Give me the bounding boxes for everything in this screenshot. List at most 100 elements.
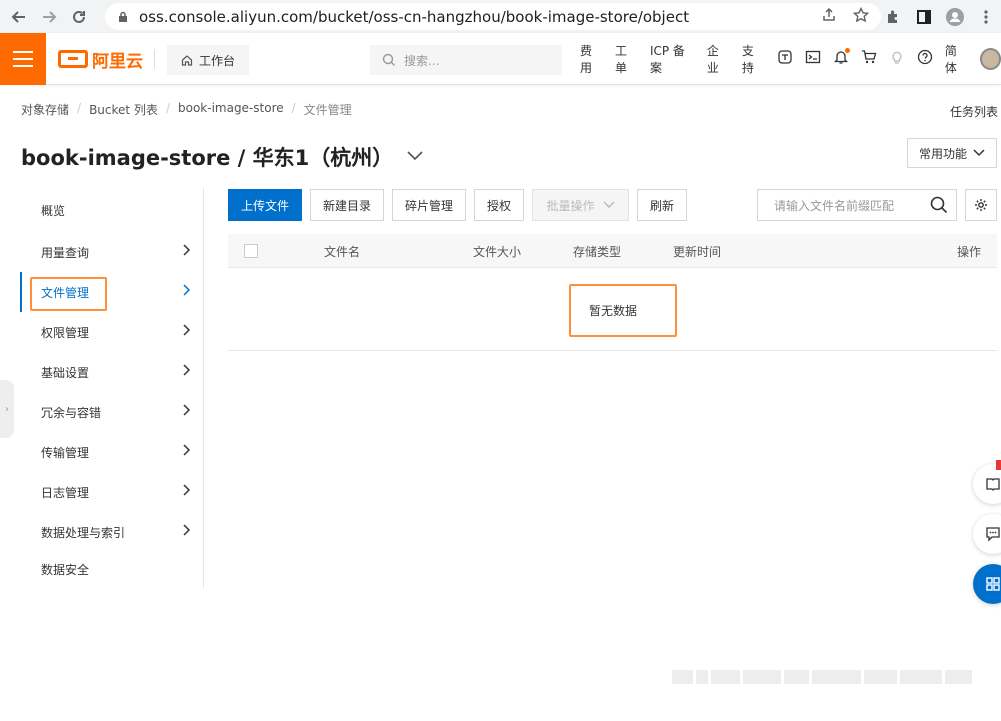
sidebar-item-label: 权限管理 (41, 325, 90, 340)
nav-billing[interactable]: 费用 (580, 42, 603, 76)
apps-grid-icon[interactable] (973, 564, 1001, 604)
star-icon[interactable] (852, 6, 870, 26)
top-nav: 费用 工单 ICP 备案 企业 支持 简体 (580, 33, 1001, 85)
url-text: oss.console.aliyun.com/bucket/oss-cn-han… (139, 7, 690, 26)
breadcrumb-separator: / (77, 101, 82, 115)
breadcrumb-oss[interactable]: 对象存储 (21, 101, 69, 118)
breadcrumb-separator: / (291, 101, 296, 115)
chevron-right-icon (183, 404, 191, 420)
reload-icon[interactable] (64, 0, 94, 33)
breadcrumb-separator: / (165, 101, 170, 115)
forward-icon[interactable] (34, 0, 64, 33)
home-icon (181, 55, 193, 66)
menu-icon[interactable] (0, 33, 46, 85)
column-storage[interactable]: 存储类型 (573, 243, 621, 260)
workbench-label: 工作台 (198, 53, 235, 68)
address-bar[interactable]: oss.console.aliyun.com/bucket/oss-cn-han… (105, 3, 881, 30)
chevron-down-icon (602, 201, 615, 209)
chevron-right-icon (183, 524, 191, 540)
breadcrumb-bucket-list[interactable]: Bucket 列表 (89, 101, 158, 118)
sidebar-item-label: 基础设置 (41, 365, 90, 380)
sidebar-item-usage[interactable]: 用量查询 (20, 232, 203, 272)
page-title-text: book-image-store / 华东1（杭州） (21, 146, 394, 170)
sidebar-item-basic-settings[interactable]: 基础设置 (20, 352, 203, 392)
search-placeholder: 搜索... (404, 53, 440, 68)
new-directory-button[interactable]: 新建目录 (310, 189, 384, 221)
app-icon[interactable] (777, 49, 793, 69)
sidepanel-icon[interactable] (908, 9, 939, 25)
console-topbar: 阿里云 工作台 搜索... 费用 工单 ICP 备案 企业 支持 简体 (0, 33, 1001, 85)
refresh-button[interactable]: 刷新 (637, 189, 687, 221)
sidebar-item-label: 日志管理 (41, 485, 90, 500)
column-actions: 操作 (956, 245, 981, 259)
sidebar-item-label: 用量查询 (41, 245, 90, 260)
nav-support[interactable]: 支持 (742, 42, 765, 76)
lock-icon (117, 11, 129, 23)
sidebar-item-data-security[interactable]: 数据安全 (20, 549, 203, 589)
terminal-icon[interactable] (805, 49, 821, 69)
breadcrumb-bucket[interactable]: book-image-store (178, 101, 284, 118)
help-icon[interactable] (917, 49, 933, 69)
column-name[interactable]: 文件名 (324, 243, 360, 260)
common-functions-label: 常用功能 (918, 146, 967, 161)
sidebar-item-logs[interactable]: 日志管理 (20, 472, 203, 512)
cart-icon[interactable] (861, 49, 877, 69)
bell-icon[interactable] (833, 48, 850, 69)
sidebar-item-label: 数据安全 (41, 562, 90, 577)
batch-operation-button[interactable]: 批量操作 (532, 189, 629, 221)
select-all-checkbox[interactable] (244, 244, 258, 258)
gear-icon[interactable] (965, 189, 997, 221)
aliyun-logo-mark (58, 50, 88, 68)
chevron-right-icon (183, 364, 191, 380)
nav-ticket[interactable]: 工单 (615, 42, 638, 76)
extensions-icon[interactable] (877, 9, 908, 25)
share-icon[interactable] (821, 7, 837, 26)
sidebar-item-transfer[interactable]: 传输管理 (20, 432, 203, 472)
docs-icon[interactable] (973, 464, 1001, 504)
common-functions-button[interactable]: 常用功能 (907, 138, 997, 168)
sidebar-item-label: 数据处理与索引 (41, 525, 126, 540)
search-icon (382, 53, 395, 66)
upload-button[interactable]: 上传文件 (228, 189, 302, 221)
table-header: 文件名 文件大小 存储类型 更新时间 操作 (228, 234, 997, 268)
language-switch[interactable]: 简体 (945, 42, 968, 76)
chevron-right-icon (183, 244, 191, 260)
new-badge (996, 460, 1001, 470)
column-updated[interactable]: 更新时间 (673, 243, 721, 260)
chevron-down-icon[interactable] (407, 149, 423, 165)
feedback-icon[interactable] (973, 514, 1001, 554)
sidebar-item-redundancy[interactable]: 冗余与容错 (20, 392, 203, 432)
workbench-button[interactable]: 工作台 (167, 45, 249, 75)
profile-icon[interactable] (939, 7, 970, 27)
sidebar-item-label: 冗余与容错 (41, 405, 102, 420)
more-menu-icon[interactable] (970, 9, 1001, 25)
sidebar-item-permissions[interactable]: 权限管理 (20, 312, 203, 352)
lightbulb-icon[interactable] (889, 49, 905, 69)
chevron-right-icon (183, 484, 191, 500)
sidebar-item-overview[interactable]: 概览 (20, 190, 203, 230)
highlight-box (30, 277, 107, 311)
search-icon[interactable] (930, 196, 948, 214)
file-search-placeholder: 请输入文件名前缀匹配 (774, 198, 895, 213)
expand-tab-icon[interactable]: › (0, 380, 14, 438)
back-icon[interactable] (4, 0, 34, 33)
sidebar-item-label: 传输管理 (41, 445, 90, 460)
sidebar-item-data-processing[interactable]: 数据处理与索引 (20, 512, 203, 552)
file-toolbar: 上传文件 新建目录 碎片管理 授权 批量操作 刷新 (228, 189, 687, 221)
highlight-box (569, 284, 677, 337)
sidebar-item-label: 概览 (41, 203, 66, 218)
file-search-input[interactable]: 请输入文件名前缀匹配 (757, 189, 957, 221)
avatar[interactable] (979, 48, 1001, 70)
nav-icp[interactable]: ICP 备案 (650, 42, 695, 76)
nav-enterprise[interactable]: 企业 (707, 42, 730, 76)
logo-text: 阿里云 (92, 51, 143, 72)
global-search-input[interactable]: 搜索... (370, 45, 562, 75)
aliyun-logo[interactable]: 阿里云 (58, 48, 143, 72)
fragments-button[interactable]: 碎片管理 (392, 189, 466, 221)
watermark (672, 658, 972, 696)
divider (154, 49, 155, 69)
breadcrumb-current: 文件管理 (303, 103, 352, 117)
column-size[interactable]: 文件大小 (473, 243, 521, 260)
task-list-link[interactable]: 任务列表 (950, 103, 998, 120)
authorize-button[interactable]: 授权 (474, 189, 524, 221)
